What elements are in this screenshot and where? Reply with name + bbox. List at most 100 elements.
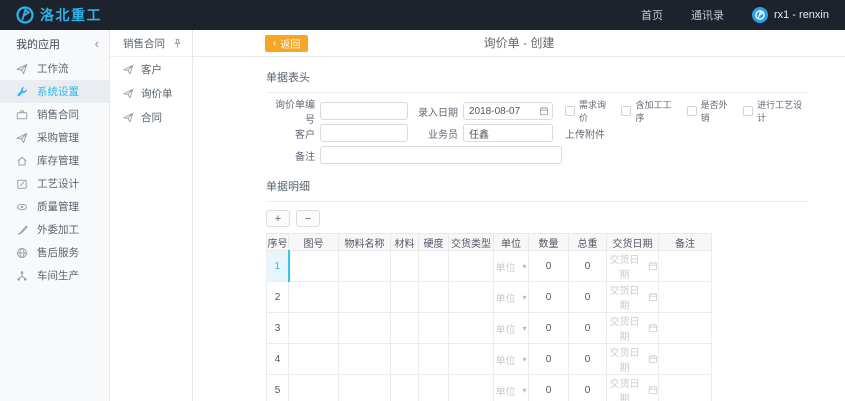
cell-weight[interactable]: 0 <box>569 375 607 401</box>
cell-remark[interactable] <box>659 251 712 282</box>
cell-hardness[interactable] <box>419 344 449 375</box>
row-serial[interactable]: 4 <box>267 344 289 375</box>
sidebar-item-after-sales[interactable]: 售后服务 <box>0 241 109 264</box>
cell-drawing-no[interactable] <box>289 282 339 313</box>
cell-weight[interactable]: 0 <box>569 344 607 375</box>
sidebar-item-purchasing[interactable]: 采购管理 <box>0 126 109 149</box>
checkbox-process-design[interactable]: 进行工艺设计 <box>743 98 809 124</box>
cell-hardness[interactable] <box>419 375 449 401</box>
sidebar-item-system-settings[interactable]: 系统设置 <box>0 80 109 103</box>
nav-contacts[interactable]: 通讯录 <box>691 7 724 23</box>
date-picker[interactable]: 交货日期 <box>607 251 658 281</box>
top-nav: 首页 通讯录 rx1 - renxin <box>641 7 829 23</box>
customer-input[interactable] <box>320 124 408 142</box>
date-picker[interactable]: 交货日期 <box>607 375 658 401</box>
submenu-item-contract[interactable]: 合同 <box>110 106 192 129</box>
form-row: 询价单编号 录入日期 需求询价 <box>266 102 809 120</box>
date-picker[interactable]: 交货日期 <box>607 344 658 374</box>
app-logo[interactable]: 洛北重工 <box>16 5 102 25</box>
cell-weight[interactable]: 0 <box>569 282 607 313</box>
salesman-input[interactable] <box>463 124 553 142</box>
checkbox-icon[interactable] <box>621 106 631 116</box>
cell-delivery-type[interactable] <box>449 375 494 401</box>
cell-hardness[interactable] <box>419 282 449 313</box>
grid-toolbar: + − <box>266 210 809 227</box>
collapse-chevron-icon[interactable]: ‹ <box>95 37 99 50</box>
cell-delivery-type[interactable] <box>449 282 494 313</box>
date-picker[interactable]: 交货日期 <box>607 313 658 343</box>
cell-drawing-no[interactable] <box>289 313 339 344</box>
unit-select[interactable]: 单位▾ <box>495 321 526 336</box>
sidebar-item-outsourcing[interactable]: 外委加工 <box>0 218 109 241</box>
cell-material[interactable] <box>391 344 419 375</box>
checkbox-icon[interactable] <box>565 106 575 116</box>
remove-row-button[interactable]: − <box>296 210 320 227</box>
cell-drawing-no[interactable] <box>289 375 339 401</box>
cell-qty[interactable]: 0 <box>529 375 569 401</box>
sidebar-item-process-design[interactable]: 工艺设计 <box>0 172 109 195</box>
nav-home[interactable]: 首页 <box>641 7 663 23</box>
cell-material-name[interactable] <box>339 344 391 375</box>
row-serial[interactable]: 3 <box>267 313 289 344</box>
cell-remark[interactable] <box>659 282 712 313</box>
submenu-item-inquiry[interactable]: 询价单 <box>110 82 192 105</box>
sidebar-item-quality[interactable]: 质量管理 <box>0 195 109 218</box>
date-picker[interactable]: 交货日期 <box>607 282 658 312</box>
cell-material-name[interactable] <box>339 251 391 282</box>
checkbox-icon[interactable] <box>687 106 697 116</box>
row-serial[interactable]: 1 <box>267 251 289 282</box>
checkbox-demand-inquiry[interactable]: 需求询价 <box>565 98 613 124</box>
brush-icon <box>16 224 28 236</box>
inquiry-no-input[interactable] <box>320 102 408 120</box>
sidebar-item-label: 外委加工 <box>37 222 79 237</box>
cell-drawing-no[interactable] <box>289 344 339 375</box>
unit-select[interactable]: 单位▾ <box>495 290 526 305</box>
cell-delivery-type[interactable] <box>449 251 494 282</box>
calendar-icon[interactable] <box>539 106 549 116</box>
sidebar-item-sales-contract[interactable]: 销售合同 <box>0 103 109 126</box>
cell-drawing-no[interactable] <box>289 251 339 282</box>
pin-icon[interactable] <box>172 38 183 49</box>
checkbox-label: 含加工工序 <box>635 98 678 124</box>
cell-delivery-type[interactable] <box>449 313 494 344</box>
cell-material-name[interactable] <box>339 313 391 344</box>
cell-material[interactable] <box>391 375 419 401</box>
unit-select[interactable]: 单位▾ <box>495 383 526 398</box>
checkbox-icon[interactable] <box>743 106 753 116</box>
cell-qty[interactable]: 0 <box>529 313 569 344</box>
cell-material[interactable] <box>391 313 419 344</box>
cell-remark[interactable] <box>659 375 712 401</box>
add-row-button[interactable]: + <box>266 210 290 227</box>
unit-placeholder: 单位 <box>495 352 515 367</box>
cell-remark[interactable] <box>659 344 712 375</box>
user-menu[interactable]: rx1 - renxin <box>752 7 829 23</box>
cell-hardness[interactable] <box>419 251 449 282</box>
row-serial[interactable]: 5 <box>267 375 289 401</box>
cell-delivery-type[interactable] <box>449 344 494 375</box>
upload-attachment-link[interactable]: 上传附件 <box>565 126 605 141</box>
checkbox-with-processing[interactable]: 含加工工序 <box>621 98 678 124</box>
cell-material-name[interactable] <box>339 282 391 313</box>
checkbox-export[interactable]: 是否外销 <box>687 98 735 124</box>
entry-date-label: 录入日期 <box>414 104 458 119</box>
cell-qty[interactable]: 0 <box>529 251 569 282</box>
cell-hardness[interactable] <box>419 313 449 344</box>
cell-weight[interactable]: 0 <box>569 251 607 282</box>
row-serial[interactable]: 2 <box>267 282 289 313</box>
cell-weight[interactable]: 0 <box>569 313 607 344</box>
cell-remark[interactable] <box>659 313 712 344</box>
submenu-item-customer[interactable]: 客户 <box>110 58 192 81</box>
back-button[interactable]: ‹ 返回 <box>265 35 308 52</box>
cell-qty[interactable]: 0 <box>529 282 569 313</box>
sidebar-item-inventory[interactable]: 库存管理 <box>0 149 109 172</box>
cell-qty[interactable]: 0 <box>529 344 569 375</box>
unit-select[interactable]: 单位▾ <box>495 352 526 367</box>
sidebar-item-workshop[interactable]: 车间生产 <box>0 264 109 287</box>
cell-material[interactable] <box>391 282 419 313</box>
sidebar-item-workflow[interactable]: 工作流 <box>0 57 109 80</box>
cell-material[interactable] <box>391 251 419 282</box>
unit-select[interactable]: 单位▾ <box>495 259 526 274</box>
remark-input[interactable] <box>320 146 562 164</box>
chevron-down-icon: ▾ <box>522 386 526 395</box>
cell-material-name[interactable] <box>339 375 391 401</box>
